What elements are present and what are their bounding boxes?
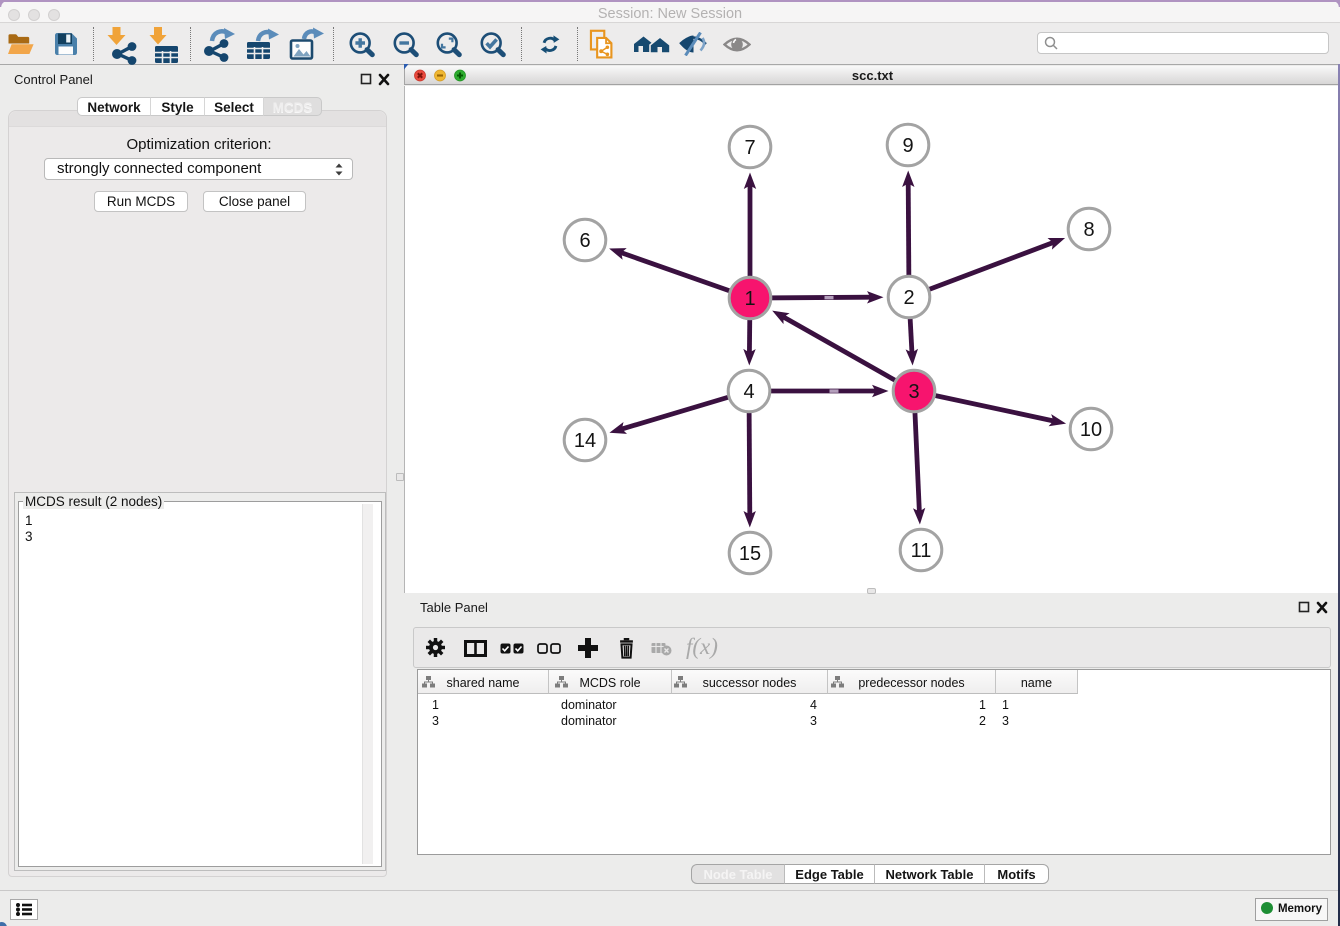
svg-text:10: 10 (1080, 419, 1102, 441)
svg-text:8: 8 (1083, 219, 1094, 241)
svg-text:3: 3 (908, 381, 919, 403)
svg-text:15: 15 (739, 543, 761, 565)
svg-text:6: 6 (579, 230, 590, 252)
svg-text:7: 7 (744, 137, 755, 159)
svg-text:14: 14 (574, 430, 596, 452)
svg-text:2: 2 (903, 287, 914, 309)
svg-text:9: 9 (902, 135, 913, 157)
svg-text:11: 11 (911, 540, 932, 562)
svg-text:4: 4 (743, 381, 754, 403)
svg-text:1: 1 (744, 288, 755, 310)
